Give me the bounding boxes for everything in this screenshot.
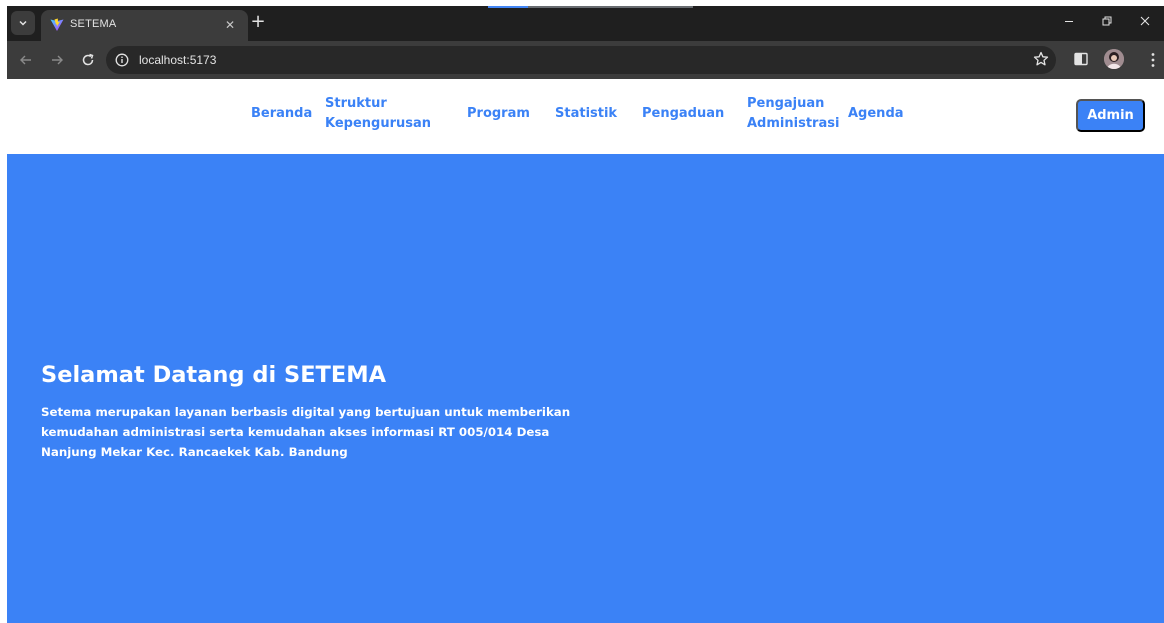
url-text: localhost:5173 (139, 53, 217, 67)
plus-icon[interactable]: + (249, 13, 267, 32)
close-icon[interactable]: ✕ (222, 17, 238, 33)
nav-label: Statistik (555, 106, 618, 121)
tab-bar: SETEMA ✕ + (7, 6, 1164, 41)
side-panel-icon[interactable] (1074, 52, 1088, 66)
nav-link-pengaduan[interactable]: Pengaduan (642, 104, 724, 124)
info-icon[interactable] (115, 53, 129, 67)
vite-logo-icon (50, 18, 64, 31)
nav-label: Struktur (325, 96, 387, 111)
admin-button[interactable]: Admin (1076, 99, 1145, 132)
page-viewport: Beranda Struktur Kepengurusan Program St… (7, 79, 1164, 623)
nav-link-statistik[interactable]: Statistik (555, 104, 617, 124)
nav-link-program[interactable]: Program (467, 104, 530, 124)
nav-link-struktur-kepengurusan[interactable]: Struktur Kepengurusan (325, 94, 431, 134)
close-window-icon[interactable] (1126, 6, 1164, 36)
browser-window: SETEMA ✕ + localhost:5173 Beranda Strukt… (7, 6, 1164, 623)
restore-icon[interactable] (1088, 6, 1126, 36)
nav-label: Pengajuan (747, 96, 825, 111)
window-controls (1050, 6, 1164, 36)
nav-label: Pengaduan (642, 106, 725, 121)
hero-title: Selamat Datang di SETEMA (41, 362, 387, 388)
site-navbar: Beranda Struktur Kepengurusan Program St… (7, 79, 1164, 149)
nav-link-agenda[interactable]: Agenda (848, 104, 904, 124)
browser-toolbar: localhost:5173 (7, 41, 1164, 79)
nav-link-beranda[interactable]: Beranda (251, 104, 312, 124)
nav-label-line2: Administrasi (747, 116, 840, 131)
nav-label: Program (467, 106, 530, 121)
minimize-icon[interactable] (1050, 6, 1088, 36)
reload-icon[interactable] (79, 51, 97, 69)
hero-description: Setema merupakan layanan berbasis digita… (41, 405, 571, 459)
browser-tab[interactable]: SETEMA ✕ (41, 10, 248, 41)
tab-search-button[interactable] (11, 11, 35, 35)
nav-label: Beranda (251, 106, 313, 121)
tab-strip-indicator-secondary (528, 6, 693, 8)
hero-section: Selamat Datang di SETEMA Setema merupaka… (7, 154, 1164, 623)
star-icon[interactable] (1033, 51, 1049, 67)
tab-strip-indicator (488, 6, 528, 8)
address-bar[interactable]: localhost:5173 (106, 46, 1056, 74)
kebab-menu-icon[interactable] (1145, 51, 1161, 69)
tab-title: SETEMA (70, 18, 117, 30)
nav-label: Agenda (848, 106, 904, 121)
arrow-right-icon[interactable] (48, 51, 66, 69)
avatar[interactable] (1104, 49, 1124, 69)
nav-link-pengajuan-administrasi[interactable]: Pengajuan Administrasi (747, 94, 839, 134)
nav-label-line2: Kepengurusan (325, 116, 432, 131)
chevron-down-icon (19, 20, 27, 26)
arrow-left-icon[interactable] (17, 51, 35, 69)
